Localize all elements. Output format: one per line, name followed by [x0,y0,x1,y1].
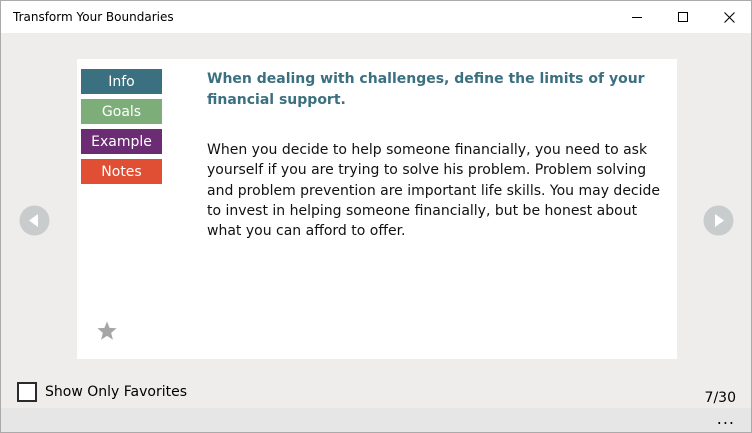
favorites-checkbox[interactable] [17,382,37,402]
favorite-button[interactable] [96,320,118,342]
tip-card: Info Goals Example Notes When dealing wi… [77,59,677,359]
next-button[interactable] [703,205,734,236]
more-options-button[interactable]: ... [717,410,735,428]
main-content: Info Goals Example Notes When dealing wi… [1,33,751,408]
title-bar: Transform Your Boundaries [1,1,751,33]
tab-notes[interactable]: Notes [81,159,162,184]
tab-example[interactable]: Example [81,129,162,154]
tip-heading: When dealing with challenges, define the… [207,71,645,108]
app-window: Transform Your Boundaries Info Goals Exa… [0,0,752,433]
tab-goals[interactable]: Goals [81,99,162,124]
app-bar: ... [1,408,751,432]
maximize-button[interactable] [660,1,706,33]
minimize-button[interactable] [614,1,660,33]
minimize-icon [632,17,642,18]
chevron-right-icon [703,205,734,236]
maximize-icon [678,12,688,22]
show-favorites-toggle[interactable]: Show Only Favorites [17,382,187,402]
tab-info[interactable]: Info [81,69,162,94]
window-title: Transform Your Boundaries [13,10,174,24]
close-button[interactable] [706,1,751,33]
page-indicator: 7/30 [704,390,736,406]
previous-button[interactable] [19,205,50,236]
close-icon [723,11,735,23]
tip-body: When you decide to help someone financia… [207,142,661,240]
favorites-label: Show Only Favorites [45,384,187,400]
chevron-left-icon [19,205,50,236]
star-icon [97,321,117,340]
